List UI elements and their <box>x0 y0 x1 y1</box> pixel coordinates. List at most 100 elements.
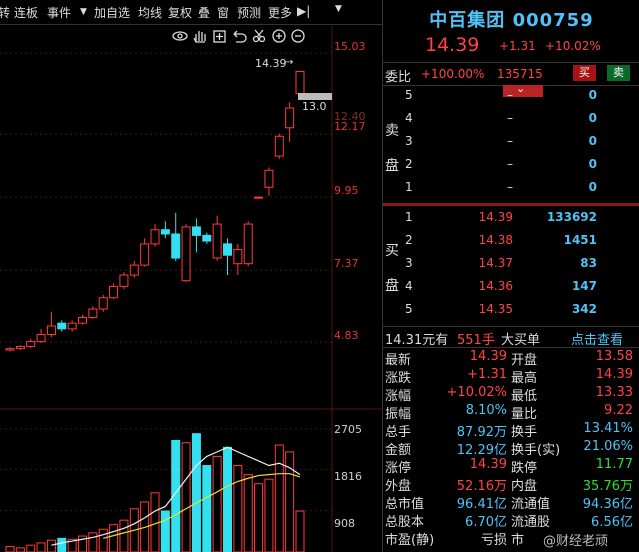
bid-price: 14.39 <box>478 210 513 224</box>
stat-label: 跌停 <box>511 461 538 476</box>
play-end-icon[interactable]: ▶| <box>297 4 310 18</box>
arrow-right-icon: → <box>285 57 294 68</box>
stat-label: 流通股 <box>511 515 551 530</box>
volume-bar <box>26 544 36 552</box>
ask-volume: 0 <box>588 88 597 102</box>
bid-volume: 342 <box>571 302 597 316</box>
volume-bar <box>212 455 222 552</box>
watermark: @财经老顽 <box>543 534 609 549</box>
candle-body <box>119 274 129 287</box>
menu-item-add-watchlist[interactable]: 加自选 <box>94 4 130 21</box>
chevron-down-icon[interactable]: ▼ <box>80 7 87 17</box>
volume-bar <box>119 519 129 552</box>
candle-body <box>295 70 305 95</box>
bid-level: 4 <box>405 279 413 293</box>
weibi-row: 委比 +100.00% 135715 买 卖 <box>383 62 639 86</box>
chevron-down-icon[interactable]: ▼ <box>335 4 342 14</box>
bid-row[interactable]: 4 14.36 147 <box>383 279 639 301</box>
stat-label: 换手 <box>511 425 538 440</box>
volume-bar <box>274 444 284 552</box>
menu-item-adjust[interactable]: 复权 <box>168 4 192 21</box>
candle-body <box>181 226 191 282</box>
menu-item-forecast[interactable]: 预测 <box>237 4 261 21</box>
stat-label: 开盘 <box>511 353 538 368</box>
candle-body <box>243 223 253 265</box>
stat-value: 6.56亿 <box>591 515 633 530</box>
stock-name: 中百集团 <box>429 10 506 31</box>
volume-bar <box>202 465 212 552</box>
bid-row[interactable]: 2 14.38 1451 <box>383 233 639 255</box>
stat-value: 6.70亿 <box>465 515 507 530</box>
volume-bar <box>223 446 232 552</box>
high-marker-label: 14.39 <box>255 57 287 70</box>
bid-row[interactable]: 5 14.35 342 <box>383 302 639 324</box>
ask-price: – <box>507 180 513 194</box>
stat-label: 最高 <box>511 371 538 386</box>
menu-item-more[interactable]: 更多 <box>268 4 292 21</box>
candle-body <box>223 243 232 256</box>
ask-row[interactable]: 1 – 0 <box>383 180 639 202</box>
menu-item-window[interactable]: 窗 <box>217 4 229 21</box>
volume-bar <box>160 510 170 552</box>
stock-title: 中百集团 000759 <box>383 6 639 32</box>
candle-body <box>98 297 108 310</box>
menu-item-zhuan[interactable]: 转 <box>0 4 10 21</box>
ask-volume: 0 <box>588 134 597 148</box>
stat-value: 87.92万 <box>456 425 507 440</box>
stat-value: 35.76万 <box>582 479 633 494</box>
stat-label: 金额 <box>385 443 412 458</box>
trade-price: 14.31元有 <box>385 333 449 348</box>
stat-label: 涨幅 <box>385 389 412 404</box>
crosshair-value-label: 13.0 <box>302 100 327 113</box>
volume-bar <box>243 474 253 552</box>
ask-row[interactable]: 2 – 0 <box>383 157 639 179</box>
bid-row[interactable]: 1 14.39 133692 <box>383 210 639 232</box>
buy-button[interactable]: 买 <box>573 65 596 81</box>
bid-volume: 147 <box>571 279 597 293</box>
stat-label: 最低 <box>511 389 538 404</box>
candle-body <box>264 169 274 188</box>
price-axis-label: 12.17 <box>334 120 366 133</box>
stat-row: 总股本 6.70亿 流通股 6.56亿 <box>383 511 639 530</box>
bid-row[interactable]: 3 14.37 83 <box>383 256 639 278</box>
price-axis-label: 7.37 <box>334 257 359 270</box>
stat-value: 亏损 <box>480 533 507 548</box>
candle-body <box>46 325 56 336</box>
volume-axis-label: 2705 <box>334 423 362 436</box>
stat-row: 涨停 14.39 跌停 11.77 <box>383 457 639 476</box>
ask-row[interactable]: 5 – 0 <box>383 88 639 110</box>
candle-body <box>254 196 264 199</box>
menu-item-lianban[interactable]: 连板 <box>14 4 38 21</box>
candle-body <box>67 322 77 330</box>
menu-item-overlay[interactable]: 叠 <box>198 4 210 21</box>
ask-row[interactable]: 4 – 0 <box>383 111 639 133</box>
stat-value: 12.29亿 <box>456 443 507 458</box>
menu-item-event[interactable]: 事件 <box>47 4 71 21</box>
ask-row[interactable]: 3 – 0 <box>383 134 639 156</box>
bid-price: 14.36 <box>478 279 513 293</box>
big-trade-line: 14.31元有 551手 大买单 点击查看 <box>383 326 639 348</box>
ask-price: – <box>507 111 513 125</box>
sell-button[interactable]: 卖 <box>607 65 630 81</box>
candle-body <box>15 345 25 350</box>
stat-row: 最新 14.39 开盘 13.58 <box>383 349 639 368</box>
stat-value: 21.06% <box>583 439 633 454</box>
stat-label: 振幅 <box>385 407 412 422</box>
price-axis-label: 4.83 <box>334 329 359 342</box>
stat-value: 52.16万 <box>456 479 507 494</box>
menu-item-ma[interactable]: 均线 <box>138 4 162 21</box>
stat-value: +10.02% <box>446 385 507 400</box>
candle-body <box>202 234 212 242</box>
price-axis-label: 15.03 <box>334 40 366 53</box>
candle-body <box>88 308 98 319</box>
volume-bar <box>98 528 108 552</box>
bid-level: 2 <box>405 233 413 247</box>
view-details-link[interactable]: 点击查看 <box>571 329 623 348</box>
ask-price: – <box>507 157 513 171</box>
candle-body <box>150 229 160 245</box>
bid-price: 14.37 <box>478 256 513 270</box>
stat-row: 总市值 96.41亿 流通值 94.36亿 <box>383 493 639 512</box>
bid-volume: 133692 <box>546 210 597 224</box>
stat-label: 量比 <box>511 407 538 422</box>
bid-price: 14.38 <box>478 233 513 247</box>
